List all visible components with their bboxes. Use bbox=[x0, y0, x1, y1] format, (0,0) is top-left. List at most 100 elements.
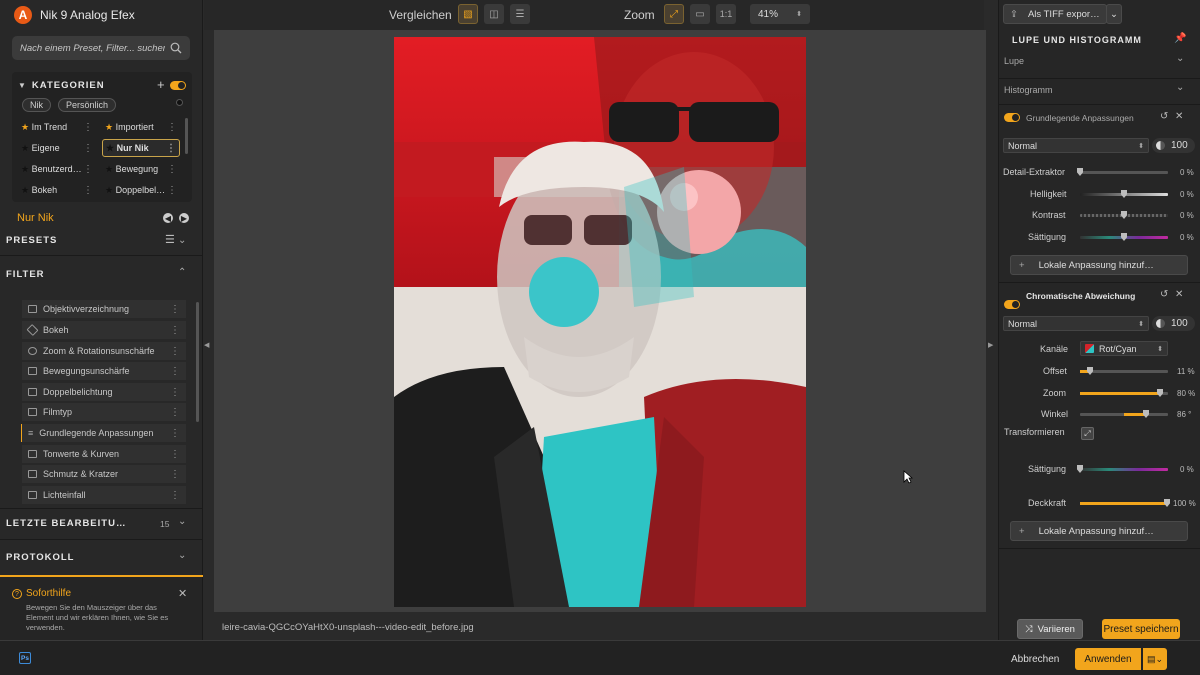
category-scrollbar[interactable] bbox=[185, 118, 188, 154]
more-icon[interactable]: ⋮ bbox=[166, 143, 176, 154]
more-icon[interactable]: ⋮ bbox=[170, 304, 180, 315]
collapse-left-icon[interactable]: ◀ bbox=[204, 341, 209, 349]
filter-item-dirt[interactable]: Schmutz & Kratzer ⋮ bbox=[22, 465, 186, 483]
chroma-opacity[interactable]: 100 bbox=[1152, 316, 1195, 331]
save-preset-button[interactable]: Preset speichern bbox=[1102, 619, 1180, 639]
pin-icon[interactable]: 📌 bbox=[1174, 33, 1186, 44]
more-icon[interactable]: ⋮ bbox=[170, 428, 180, 439]
detail-extractor-slider[interactable] bbox=[1077, 168, 1168, 176]
filter-item-curves[interactable]: Tonwerte & Kurven ⋮ bbox=[22, 445, 186, 463]
more-icon[interactable]: ⋮ bbox=[170, 490, 180, 501]
chroma-saturation-slider[interactable] bbox=[1077, 465, 1168, 473]
compare-stack-button[interactable]: ☰ bbox=[510, 4, 530, 24]
more-icon[interactable]: ⋮ bbox=[170, 469, 180, 480]
apply-button[interactable]: Anwenden bbox=[1075, 648, 1141, 670]
protocol-header[interactable]: PROTOKOLL ⌄ bbox=[0, 549, 202, 567]
more-icon[interactable]: ⋮ bbox=[83, 143, 93, 154]
close-icon[interactable]: ✕ bbox=[1175, 289, 1183, 300]
more-icon[interactable]: ⋮ bbox=[170, 325, 180, 336]
presets-header[interactable]: PRESETS ☰ ⌄ bbox=[0, 232, 202, 250]
chroma-toggle[interactable] bbox=[1004, 300, 1020, 309]
more-icon[interactable]: ⋮ bbox=[167, 122, 177, 133]
chroma-blend-select[interactable]: Normal ⬍ bbox=[1003, 316, 1149, 331]
categories-header[interactable]: ▼ KATEGORIEN bbox=[18, 80, 105, 91]
category-item-own[interactable]: ★ Eigene ⋮ bbox=[18, 139, 96, 157]
filter-item-film[interactable]: Filmtyp ⋮ bbox=[22, 403, 186, 421]
filter-header[interactable]: FILTER ⌃ bbox=[0, 266, 202, 284]
export-dropdown-button[interactable]: ⌄ bbox=[1106, 4, 1122, 24]
zoom-fit-button[interactable]: ⤢ bbox=[664, 4, 684, 24]
chevron-down-icon[interactable]: ⌄ bbox=[178, 235, 186, 246]
cancel-button[interactable]: Abbrechen bbox=[1011, 654, 1059, 665]
collapse-right-icon[interactable]: ▶ bbox=[988, 341, 993, 349]
more-icon[interactable]: ⋮ bbox=[170, 387, 180, 398]
filter-item-light[interactable]: Lichteinfall ⋮ bbox=[22, 486, 186, 504]
filter-item-basic[interactable]: ≡ Grundlegende Anpassungen ⋮ bbox=[22, 424, 186, 442]
basic-local-adjust-button[interactable]: + Lokale Anpassung hinzuf… bbox=[1010, 255, 1188, 275]
pill-options-icon[interactable] bbox=[176, 99, 183, 106]
chevron-down-icon[interactable]: ⌄ bbox=[178, 516, 186, 527]
category-item-bokeh[interactable]: ★ Bokeh ⋮ bbox=[18, 181, 96, 199]
saturation-slider[interactable] bbox=[1080, 233, 1168, 241]
more-icon[interactable]: ⋮ bbox=[170, 346, 180, 357]
chevron-down-icon[interactable]: ⌄ bbox=[1176, 82, 1184, 93]
zoom-1to1-button[interactable]: 1:1 bbox=[716, 4, 736, 24]
channels-select[interactable]: Rot/Cyan ⬍ bbox=[1080, 341, 1168, 356]
vary-button[interactable]: ⤨ Variieren bbox=[1017, 619, 1083, 639]
filter-item-distortion[interactable]: Objektivverzeichnung ⋮ bbox=[22, 300, 186, 318]
search-input[interactable] bbox=[20, 42, 165, 54]
category-pill-nik[interactable]: Nik bbox=[22, 98, 51, 112]
chevron-down-icon[interactable]: ⌄ bbox=[1176, 53, 1184, 64]
recent-header[interactable]: LETZTE BEARBEITU… 15 ⌄ bbox=[0, 515, 202, 533]
categories-toggle[interactable] bbox=[170, 81, 186, 90]
add-category-icon[interactable]: + bbox=[157, 77, 165, 92]
export-button[interactable]: ⇪ Als TIFF expor… bbox=[1003, 4, 1107, 24]
basic-blend-select[interactable]: Normal ⬍ bbox=[1003, 138, 1149, 153]
filter-item-motion-blur[interactable]: Bewegungsunschärfe ⋮ bbox=[22, 362, 186, 380]
loupe-row[interactable]: Lupe ⌄ bbox=[998, 51, 1200, 71]
zoom-select[interactable]: 41% ⬍ bbox=[750, 4, 810, 24]
search-icon[interactable] bbox=[170, 42, 182, 54]
histogram-row[interactable]: Histogramm ⌄ bbox=[998, 79, 1200, 99]
contrast-slider[interactable] bbox=[1080, 211, 1168, 219]
category-pill-personal[interactable]: Persönlich bbox=[58, 98, 117, 112]
close-icon[interactable]: ✕ bbox=[178, 587, 187, 600]
basic-toggle[interactable] bbox=[1004, 113, 1020, 122]
chroma-local-adjust-button[interactable]: + Lokale Anpassung hinzuf… bbox=[1010, 521, 1188, 541]
opacity-slider[interactable] bbox=[1080, 499, 1170, 507]
angle-slider[interactable] bbox=[1080, 410, 1168, 418]
offset-slider[interactable] bbox=[1080, 367, 1168, 375]
brightness-slider[interactable] bbox=[1080, 190, 1168, 198]
more-icon[interactable]: ⋮ bbox=[170, 449, 180, 460]
transform-button[interactable]: ⤢ bbox=[1081, 427, 1094, 440]
category-item-imported[interactable]: ★ Importiert ⋮ bbox=[102, 118, 180, 136]
search-box[interactable] bbox=[12, 36, 190, 60]
more-icon[interactable]: ⋮ bbox=[83, 185, 93, 196]
zoom-fill-button[interactable]: ▭ bbox=[690, 4, 710, 24]
list-icon[interactable]: ☰ bbox=[165, 233, 175, 246]
more-icon[interactable]: ⋮ bbox=[83, 122, 93, 133]
compare-side-button[interactable]: ◫ bbox=[484, 4, 504, 24]
more-icon[interactable]: ⋮ bbox=[170, 407, 180, 418]
zoom-param-slider[interactable] bbox=[1080, 389, 1168, 397]
category-item-double[interactable]: ★ Doppelbel… ⋮ bbox=[102, 181, 180, 199]
filter-item-zoom-blur[interactable]: Zoom & Rotationsunschärfe ⋮ bbox=[22, 342, 186, 360]
more-icon[interactable]: ⋮ bbox=[83, 164, 93, 175]
filter-scrollbar[interactable] bbox=[196, 302, 199, 422]
close-icon[interactable]: ✕ bbox=[1175, 111, 1183, 122]
arrow-right-icon[interactable]: ▶ bbox=[179, 213, 189, 223]
more-icon[interactable]: ⋮ bbox=[167, 185, 177, 196]
compare-split-button[interactable]: ▧ bbox=[458, 4, 478, 24]
filter-item-bokeh[interactable]: Bokeh ⋮ bbox=[22, 321, 186, 339]
apply-options-button[interactable]: ▤⌄ bbox=[1143, 648, 1167, 670]
category-item-trend[interactable]: ★ Im Trend ⋮ bbox=[18, 118, 96, 136]
chevron-down-icon[interactable]: ⌄ bbox=[178, 550, 186, 561]
filter-item-double-exposure[interactable]: Doppelbelichtung ⋮ bbox=[22, 383, 186, 401]
category-item-user[interactable]: ★ Benutzerd… ⋮ bbox=[18, 160, 96, 178]
more-icon[interactable]: ⋮ bbox=[167, 164, 177, 175]
category-item-motion[interactable]: ★ Bewegung ⋮ bbox=[102, 160, 180, 178]
reset-icon[interactable]: ↺ bbox=[1160, 289, 1168, 300]
category-item-nik-only[interactable]: ★ Nur Nik ⋮ bbox=[102, 139, 180, 157]
more-icon[interactable]: ⋮ bbox=[170, 366, 180, 377]
arrow-left-icon[interactable]: ◀ bbox=[163, 213, 173, 223]
